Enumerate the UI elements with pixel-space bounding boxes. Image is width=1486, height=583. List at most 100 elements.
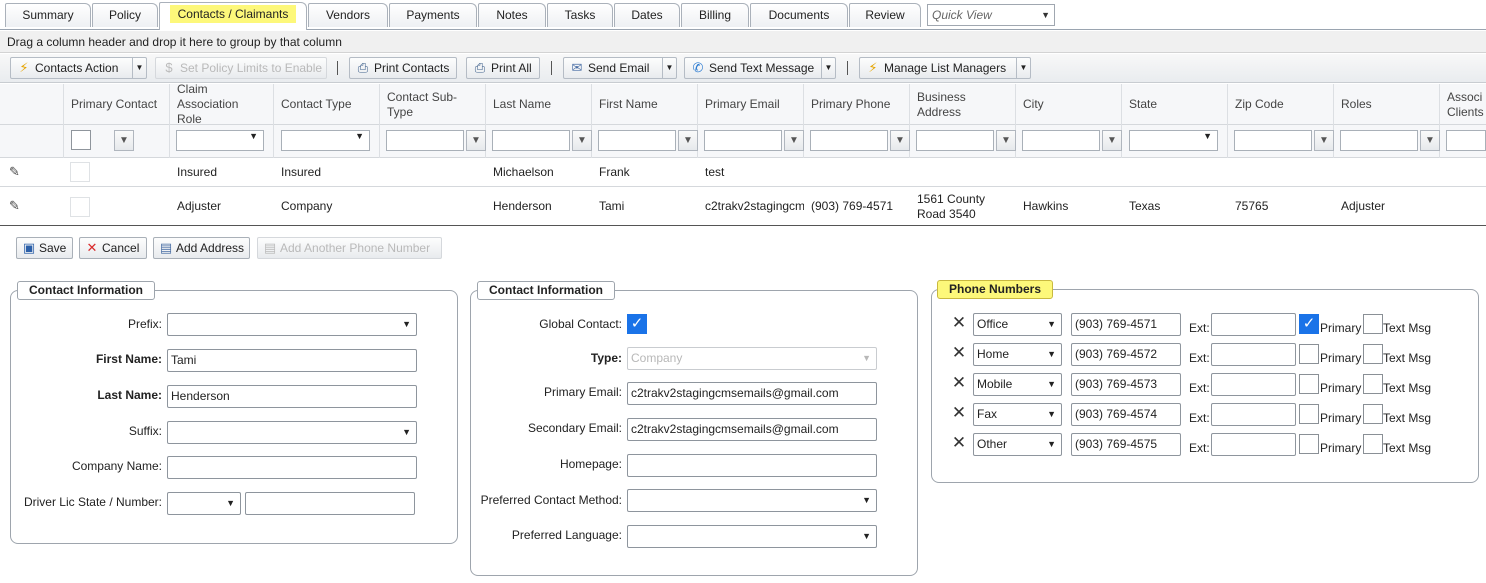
chevron-down-icon[interactable]: ▼ [662, 58, 676, 78]
print-contacts-button[interactable]: ⎙ Print Contacts [349, 57, 457, 79]
chevron-down-icon[interactable]: ▼ [1016, 58, 1030, 78]
filter-icon[interactable]: ▼ [784, 130, 804, 151]
suffix-select[interactable]: ▼ [167, 421, 417, 444]
phone-number-field[interactable]: (903) 769-4574 [1071, 403, 1181, 426]
add-another-phone-button[interactable]: ▤ Add Another Phone Number [257, 237, 442, 259]
zip-filter-input[interactable] [1234, 130, 1312, 151]
filter-icon[interactable]: ▼ [466, 130, 486, 151]
homepage-field[interactable] [627, 454, 877, 477]
column-header-business-address[interactable]: Business Address [910, 84, 1016, 125]
first-name-filter-input[interactable] [598, 130, 676, 151]
secondary-email-field[interactable]: c2trakv2stagingcmsemails@gmail.com [627, 418, 877, 441]
close-icon[interactable]: ✕ [951, 374, 967, 392]
set-policy-limits-button[interactable]: $ Set Policy Limits to Enable [155, 57, 327, 79]
send-text-message-button[interactable]: ✆ Send Text Message ▼ [684, 57, 836, 79]
text-msg-checkbox[interactable] [1363, 374, 1383, 394]
preferred-language-select[interactable]: ▼ [627, 525, 877, 548]
primary-checkbox[interactable]: ✓ [1299, 314, 1319, 334]
filter-icon[interactable]: ▼ [890, 130, 910, 151]
primary-contact-checkbox[interactable] [70, 162, 90, 182]
city-filter-input[interactable] [1022, 130, 1100, 151]
add-address-button[interactable]: ▤ Add Address [153, 237, 250, 259]
filter-icon[interactable]: ▼ [1314, 130, 1334, 151]
tab-review[interactable]: Review [849, 3, 921, 27]
driver-lic-number-field[interactable] [245, 492, 415, 515]
sub-type-filter-input[interactable] [386, 130, 464, 151]
column-header-last-name[interactable]: Last Name [486, 84, 592, 125]
filter-icon[interactable]: ▼ [678, 130, 698, 151]
column-header-city[interactable]: City [1016, 84, 1122, 125]
close-icon[interactable]: ✕ [951, 314, 967, 332]
pencil-icon[interactable]: ✎ [9, 164, 20, 180]
pencil-icon[interactable]: ✎ [9, 198, 20, 214]
tab-summary[interactable]: Summary [5, 3, 91, 27]
close-icon[interactable]: ✕ [951, 434, 967, 452]
prefix-select[interactable]: ▼ [167, 313, 417, 336]
phone-type-select[interactable]: Home ▼ [973, 343, 1062, 366]
phone-filter-input[interactable] [810, 130, 888, 151]
primary-checkbox[interactable] [1299, 434, 1319, 454]
text-msg-checkbox[interactable] [1363, 344, 1383, 364]
tab-notes[interactable]: Notes [478, 3, 546, 27]
tab-tasks[interactable]: Tasks [547, 3, 613, 27]
company-name-field[interactable] [167, 456, 417, 479]
contacts-action-button[interactable]: ⚡ Contacts Action ▼ [10, 57, 147, 79]
last-name-field[interactable]: Henderson [167, 385, 417, 408]
ext-field[interactable] [1211, 343, 1296, 366]
group-by-bar[interactable]: Drag a column header and drop it here to… [0, 31, 1486, 53]
ext-field[interactable] [1211, 403, 1296, 426]
phone-type-select[interactable]: Mobile ▼ [973, 373, 1062, 396]
column-header-roles[interactable]: Roles [1334, 84, 1440, 125]
tab-vendors[interactable]: Vendors [308, 3, 388, 27]
clients-filter-input[interactable] [1446, 130, 1486, 151]
column-header-state[interactable]: State [1122, 84, 1228, 125]
save-button[interactable]: ▣ Save [16, 237, 73, 259]
close-icon[interactable]: ✕ [951, 344, 967, 362]
phone-number-field[interactable]: (903) 769-4571 [1071, 313, 1181, 336]
primary-checkbox[interactable] [1299, 344, 1319, 364]
phone-type-select[interactable]: Office ▼ [973, 313, 1062, 336]
column-header-zip-code[interactable]: Zip Code [1228, 84, 1334, 125]
column-header-primary-email[interactable]: Primary Email [698, 84, 804, 125]
role-filter-select[interactable]: ▼ [176, 130, 264, 151]
ext-field[interactable] [1211, 433, 1296, 456]
tab-billing[interactable]: Billing [681, 3, 749, 27]
tab-documents[interactable]: Documents [750, 3, 848, 27]
global-contact-checkbox[interactable]: ✓ [627, 314, 647, 334]
column-header-first-name[interactable]: First Name [592, 84, 698, 125]
filter-icon[interactable]: ▼ [572, 130, 592, 151]
cancel-button[interactable]: ✕ Cancel [79, 237, 147, 259]
column-header-claim-association-role[interactable]: Claim Association Role [170, 82, 274, 126]
filter-icon[interactable]: ▼ [1420, 130, 1440, 151]
text-msg-checkbox[interactable] [1363, 434, 1383, 454]
driver-lic-state-select[interactable]: ▼ [167, 492, 241, 515]
email-filter-input[interactable] [704, 130, 782, 151]
tab-policy[interactable]: Policy [92, 3, 158, 27]
text-msg-checkbox[interactable] [1363, 404, 1383, 424]
column-header-contact-type[interactable]: Contact Type [274, 84, 380, 125]
close-icon[interactable]: ✕ [951, 404, 967, 422]
first-name-field[interactable]: Tami [167, 349, 417, 372]
phone-type-select[interactable]: Fax ▼ [973, 403, 1062, 426]
address-filter-input[interactable] [916, 130, 994, 151]
type-select[interactable]: Company ▼ [627, 347, 877, 370]
primary-contact-checkbox[interactable] [70, 197, 90, 217]
column-header-primary-contact[interactable]: Primary Contact [64, 84, 170, 125]
primary-checkbox[interactable] [1299, 404, 1319, 424]
filter-icon[interactable]: ▼ [996, 130, 1016, 151]
filter-icon[interactable]: ▼ [114, 130, 134, 151]
last-name-filter-input[interactable] [492, 130, 570, 151]
chevron-down-icon[interactable]: ▼ [821, 58, 835, 78]
manage-list-managers-button[interactable]: ⚡ Manage List Managers ▼ [859, 57, 1031, 79]
column-header-associated-clients[interactable]: Associ Clients [1440, 84, 1486, 125]
column-header-primary-phone[interactable]: Primary Phone [804, 84, 910, 125]
quick-view-select[interactable]: Quick View ▼ [927, 4, 1055, 26]
print-all-button[interactable]: ⎙ Print All [466, 57, 540, 79]
text-msg-checkbox[interactable] [1363, 314, 1383, 334]
tab-contacts-claimants[interactable]: Contacts / Claimants [159, 2, 307, 30]
primary-checkbox[interactable] [1299, 374, 1319, 394]
contact-type-filter-select[interactable]: ▼ [281, 130, 370, 151]
chevron-down-icon[interactable]: ▼ [132, 58, 146, 78]
preferred-contact-method-select[interactable]: ▼ [627, 489, 877, 512]
state-filter-select[interactable]: ▼ [1129, 130, 1218, 151]
